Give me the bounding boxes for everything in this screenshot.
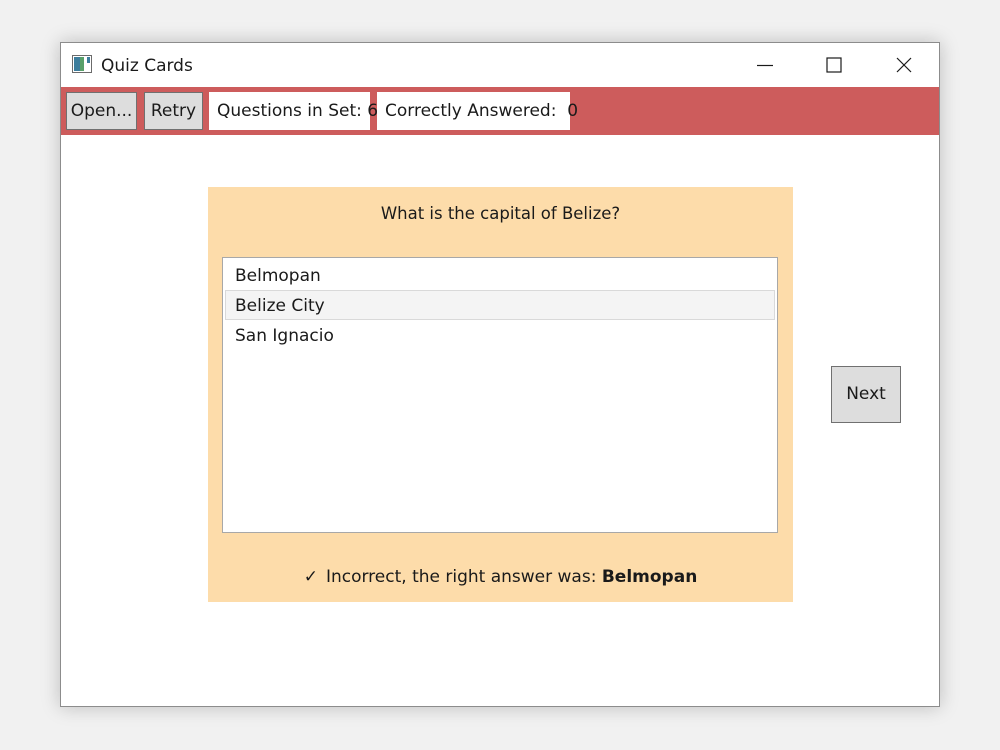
close-button[interactable] xyxy=(870,43,938,87)
correct-answer: Belmopan xyxy=(601,567,698,587)
window-title: Quiz Cards xyxy=(101,56,193,76)
answer-option-selected[interactable]: Belize City xyxy=(225,290,775,320)
title-bar[interactable]: Quiz Cards xyxy=(61,43,939,87)
toolbar: Open... Retry Questions in Set: 6 Correc… xyxy=(61,87,939,135)
feedback-message: ✓ Incorrect, the right answer was: Belmop… xyxy=(208,565,793,589)
next-button[interactable]: Next xyxy=(831,366,901,423)
close-icon xyxy=(896,57,912,73)
quiz-cards-window: Quiz Cards Open... Retry Questions in Se… xyxy=(60,42,940,707)
maximize-button[interactable] xyxy=(800,43,868,87)
open-button[interactable]: Open... xyxy=(66,92,137,130)
question-text: What is the capital of Belize? xyxy=(380,204,621,223)
retry-button[interactable]: Retry xyxy=(144,92,203,130)
questions-in-set-label: Questions in Set: 6 xyxy=(209,92,378,130)
answer-list[interactable]: Belmopan Belize City San Ignacio xyxy=(222,257,778,533)
answer-option[interactable]: Belmopan xyxy=(225,260,775,290)
answer-option[interactable]: San Ignacio xyxy=(225,320,775,350)
maximize-icon xyxy=(826,57,842,73)
feedback-text: Incorrect, the right answer was: xyxy=(325,567,597,587)
minimize-button[interactable] xyxy=(731,43,799,87)
app-icon xyxy=(72,55,92,73)
correctly-answered-label: Correctly Answered: 0 xyxy=(377,92,578,130)
quiz-card: What is the capital of Belize? Belmopan … xyxy=(208,187,793,602)
checkmark-icon: ✓ xyxy=(303,567,318,587)
minimize-icon xyxy=(757,64,773,67)
